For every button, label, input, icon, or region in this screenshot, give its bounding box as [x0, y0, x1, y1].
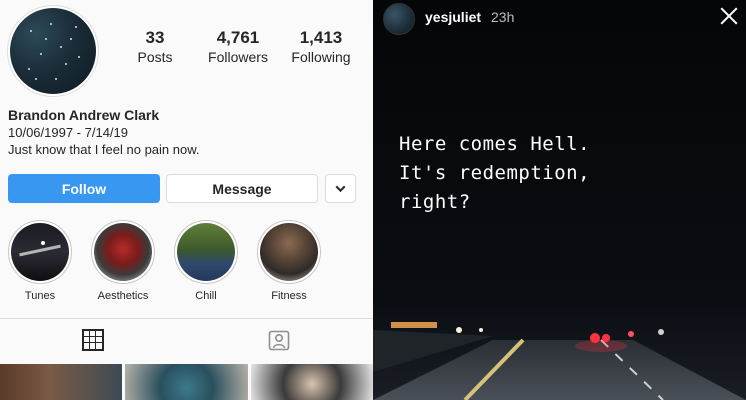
profile-actions: Follow Message	[8, 174, 356, 203]
tab-tagged[interactable]	[186, 319, 372, 361]
highlight-cover	[177, 223, 235, 281]
tab-grid[interactable]	[0, 319, 186, 361]
chevron-down-icon	[335, 182, 346, 193]
highlight-ring	[8, 220, 72, 284]
highlight-ring	[257, 220, 321, 284]
posts-stat[interactable]: 33 Posts	[120, 28, 190, 66]
following-count: 1,413	[299, 28, 343, 47]
followers-count: 4,761	[216, 28, 260, 47]
story-panel: yesjuliet 23h Here comes Hell. It's rede…	[373, 0, 746, 400]
story-username[interactable]: yesjuliet	[425, 9, 481, 25]
post-thumbnail[interactable]	[250, 364, 373, 400]
posts-count: 33	[145, 28, 165, 47]
followers-stat[interactable]: 4,761 Followers	[203, 28, 273, 66]
following-stat[interactable]: 1,413 Following	[286, 28, 356, 66]
highlight-cover	[11, 223, 69, 281]
highlight-fitness[interactable]: Fitness	[249, 220, 329, 303]
highlight-ring	[91, 220, 155, 284]
post-grid	[0, 364, 373, 400]
profile-bio-text: Just know that I feel no pain now.	[8, 142, 200, 157]
highlight-aesthetics[interactable]: Aesthetics	[83, 220, 163, 303]
grid-icon	[82, 329, 104, 351]
following-label: Following	[291, 49, 351, 65]
profile-tabs	[0, 319, 373, 361]
close-icon[interactable]	[718, 5, 740, 27]
highlight-tunes[interactable]: Tunes	[0, 220, 80, 303]
story-highlights: Tunes Aesthetics Chill Fitness	[0, 220, 373, 304]
profile-avatar[interactable]	[7, 5, 99, 97]
followers-label: Followers	[208, 49, 268, 65]
story-user-avatar[interactable]	[383, 3, 415, 35]
profile-name: Brandon Andrew Clark	[8, 107, 160, 123]
profile-dates: 10/06/1997 - 7/14/19	[8, 125, 128, 140]
story-header: yesjuliet 23h	[373, 0, 746, 35]
highlight-ring	[174, 220, 238, 284]
profile-panel: 33 Posts 4,761 Followers 1,413 Following…	[0, 0, 373, 400]
avatar-image	[10, 8, 96, 94]
story-caption: Here comes Hell. It's redemption, right?	[399, 133, 591, 213]
posts-label: Posts	[137, 49, 173, 65]
tagged-person-icon	[268, 330, 290, 351]
highlight-label: Fitness	[271, 290, 307, 302]
highlight-label: Tunes	[24, 290, 56, 302]
highlight-cover	[260, 223, 318, 281]
highlight-chill[interactable]: Chill	[166, 220, 246, 303]
highlight-label: Chill	[195, 290, 217, 302]
story-timestamp: 23h	[491, 9, 515, 25]
suggested-dropdown-button[interactable]	[325, 174, 356, 203]
profile-stats: 33 Posts 4,761 Followers 1,413 Following	[120, 28, 356, 66]
highlight-label: Aesthetics	[97, 290, 149, 302]
highlight-cover	[94, 223, 152, 281]
profile-bio: Brandon Andrew Clark 10/06/1997 - 7/14/1…	[8, 106, 363, 158]
post-thumbnail[interactable]	[125, 364, 248, 400]
post-thumbnail[interactable]	[0, 364, 123, 400]
message-button[interactable]: Message	[166, 174, 318, 203]
follow-button[interactable]: Follow	[8, 174, 160, 203]
